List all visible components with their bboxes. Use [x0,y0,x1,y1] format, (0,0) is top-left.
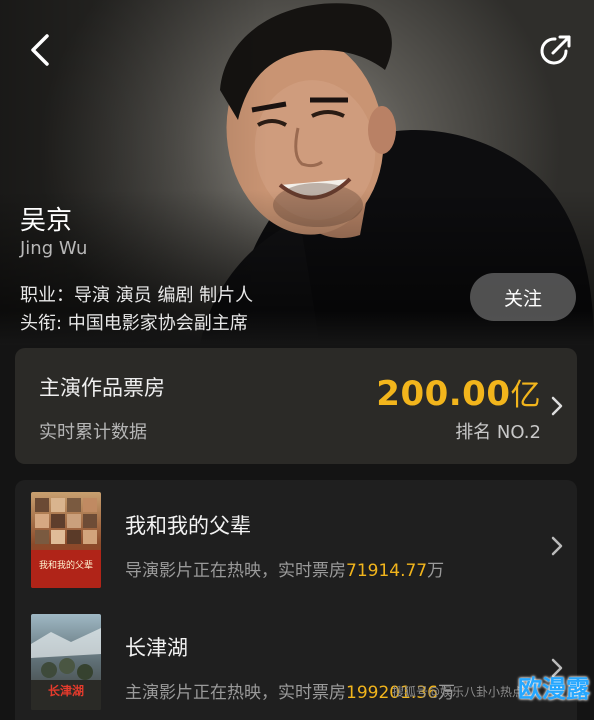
box-office-value: 200.00亿 [376,370,541,414]
actor-title: 头衔: 中国电影家协会副主席 [20,313,248,334]
list-item[interactable]: 长津湖 长津湖 主演影片正在热映，实时票房199201.36万 [15,610,577,720]
box-office-subtitle: 实时累计数据 [39,422,147,443]
back-button[interactable] [20,30,60,70]
watermark-text: 搜狐号@娱乐八卦小热点 [391,685,524,699]
box-office-unit: 亿 [510,378,541,413]
share-button[interactable] [536,30,576,70]
work-box-office: 71914.77 [346,561,428,581]
work-status-text: 导演影片正在热映，实时票房 [125,561,346,581]
corner-logo: 欧漫露 [518,675,590,703]
follow-button[interactable]: 关注 [470,273,576,321]
box-office-rank: 排名 NO.2 [455,422,541,443]
box-office-title: 主演作品票房 [39,376,165,400]
chevron-right-icon [551,396,563,416]
poster-image: 长津湖 [31,614,101,710]
poster-image: 我和我的父辈 [31,492,101,588]
work-title: 长津湖 [125,636,188,660]
work-title: 我和我的父辈 [125,514,251,538]
actor-name-english: Jing Wu [20,238,88,259]
actor-name: 吴京 [20,206,73,236]
poster-art [31,498,101,588]
list-item[interactable]: 我和我的父辈 我和我的父辈 导演影片正在热映，实时票房71914.77万 [15,488,577,598]
poster-title: 我和我的父辈 [38,561,93,571]
share-icon [540,35,571,65]
work-status-text: 主演影片正在热映，实时票房 [125,683,346,703]
box-office-card[interactable]: 主演作品票房 实时累计数据 200.00亿 排名 NO.2 [15,348,577,464]
work-status: 导演影片正在热映，实时票房71914.77万 [125,556,444,581]
chevron-left-icon [31,34,49,66]
poster-title: 长津湖 [47,684,84,698]
actor-occupation: 职业：导演 演员 编剧 制片人 [20,285,254,306]
chevron-right-icon [551,536,563,556]
box-office-amount: 200.00 [376,374,511,414]
work-box-office-unit: 万 [427,561,445,581]
